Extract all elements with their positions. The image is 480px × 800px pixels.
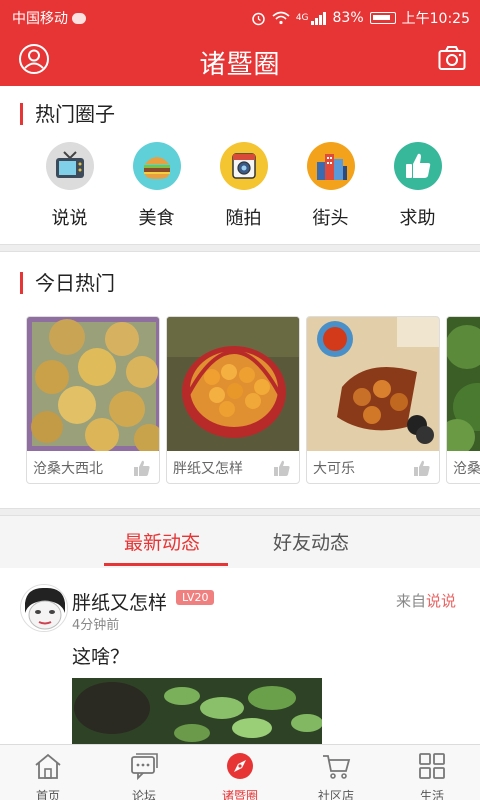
hot-card[interactable]: 大可乐 — [306, 316, 440, 484]
card-footer: 沧桑大西北 — [27, 451, 159, 483]
today-hot-cards: 沧桑大西北 胖纸又怎样 大可乐 沧桑 — [26, 316, 480, 484]
section-divider — [0, 244, 480, 252]
nav-item-forum[interactable]: 论坛 — [96, 745, 192, 800]
wifi-icon — [272, 11, 290, 25]
feed-tabs: 最新动态 好友动态 — [0, 516, 480, 568]
post-source: 来自说说 — [396, 590, 456, 611]
tv-icon — [45, 142, 94, 190]
compass-icon — [227, 753, 253, 779]
circle-label: 随拍 — [225, 208, 262, 229]
status-bar: 中国移动 4G 83% 上午10:25 — [0, 0, 480, 34]
tab-indicator — [104, 563, 228, 566]
nav-item-home[interactable]: 首页 — [0, 745, 96, 800]
circle-label: 求助 — [399, 208, 436, 229]
signal-icon — [310, 11, 326, 25]
circle-item-help[interactable]: 求助 — [374, 142, 461, 230]
hot-circles-list: 说说 美食 随拍 街头 求助 — [0, 142, 480, 230]
circle-label: 美食 — [138, 208, 175, 229]
post-text: 这啥？ — [72, 646, 130, 668]
post-image[interactable] — [72, 678, 322, 744]
feed-post[interactable]: 胖纸又怎样 LV20 4分钟前 来自说说 这啥？ — [0, 568, 480, 744]
hot-card[interactable]: 胖纸又怎样 — [166, 316, 300, 484]
card-name: 胖纸又怎样 — [173, 460, 243, 477]
clock: 上午10:25 — [401, 11, 470, 27]
nav-item-life[interactable]: 生活 — [384, 745, 480, 800]
circle-label: 说说 — [51, 208, 88, 229]
card-image — [447, 317, 480, 451]
thumbs-up-icon[interactable] — [273, 459, 291, 477]
chat-icon — [131, 753, 158, 781]
source-prefix: 来自 — [395, 592, 426, 610]
hot-card[interactable]: 沧桑 — [446, 316, 480, 484]
nav-item-shop[interactable]: 社区店 — [288, 745, 384, 800]
post-time: 4分钟前 — [72, 618, 120, 633]
today-hot-title: 今日热门 — [20, 272, 115, 294]
card-name: 沧桑 — [453, 460, 480, 477]
app-bar: 诸暨圈 — [0, 34, 480, 86]
nav-label: 论坛 — [131, 789, 156, 800]
card-footer: 大可乐 — [307, 451, 439, 483]
card-footer: 沧桑 — [447, 451, 480, 483]
alarm-icon — [252, 12, 265, 25]
thumbs-up-icon — [393, 142, 442, 190]
battery-percent: 83% — [332, 10, 364, 26]
home-icon — [35, 753, 61, 779]
message-icon — [72, 12, 86, 24]
section-divider — [0, 508, 480, 516]
network-type: 4G — [295, 13, 309, 23]
thumbs-up-icon[interactable] — [133, 459, 151, 477]
tab-friends[interactable]: 好友动态 — [273, 528, 349, 555]
circle-item-talk[interactable]: 说说 — [26, 142, 113, 230]
circle-item-street[interactable]: 街头 — [287, 142, 374, 230]
level-badge: LV20 — [176, 590, 215, 605]
nav-label: 首页 — [35, 789, 60, 800]
cart-icon — [323, 755, 351, 779]
nav-label: 社区店 — [317, 789, 354, 800]
circle-label: 街头 — [312, 208, 349, 229]
nav-label: 生活 — [419, 789, 444, 800]
post-username[interactable]: 胖纸又怎样 — [72, 588, 167, 615]
circle-item-snap[interactable]: 随拍 — [200, 142, 287, 230]
nav-item-circle[interactable]: 诸暨圈 — [192, 745, 288, 800]
thumbs-up-icon[interactable] — [413, 459, 431, 477]
card-name: 大可乐 — [313, 460, 355, 477]
status-right: 4G 83% 上午10:25 — [251, 8, 470, 28]
card-image — [307, 317, 439, 451]
card-footer: 胖纸又怎样 — [167, 451, 299, 483]
carrier-name: 中国移动 — [12, 11, 68, 27]
avatar[interactable] — [20, 584, 68, 632]
burger-icon — [132, 142, 181, 190]
bottom-nav: 首页 论坛 诸暨圈 社区店 生活 — [0, 744, 480, 800]
city-icon — [306, 142, 355, 190]
grid-icon — [419, 753, 445, 779]
card-image — [167, 317, 299, 451]
card-image — [27, 317, 159, 451]
carrier: 中国移动 — [12, 8, 86, 28]
tab-latest[interactable]: 最新动态 — [124, 528, 200, 555]
nav-label: 诸暨圈 — [221, 789, 258, 800]
circle-item-food[interactable]: 美食 — [113, 142, 200, 230]
source-link[interactable]: 说说 — [426, 592, 456, 610]
hot-card[interactable]: 沧桑大西北 — [26, 316, 160, 484]
battery-icon — [369, 12, 396, 24]
app-title: 诸暨圈 — [199, 50, 281, 80]
camera-icon[interactable] — [438, 45, 466, 71]
photo-camera-icon — [219, 142, 268, 190]
hot-circles-title: 热门圈子 — [20, 103, 115, 125]
card-name: 沧桑大西北 — [33, 460, 103, 477]
